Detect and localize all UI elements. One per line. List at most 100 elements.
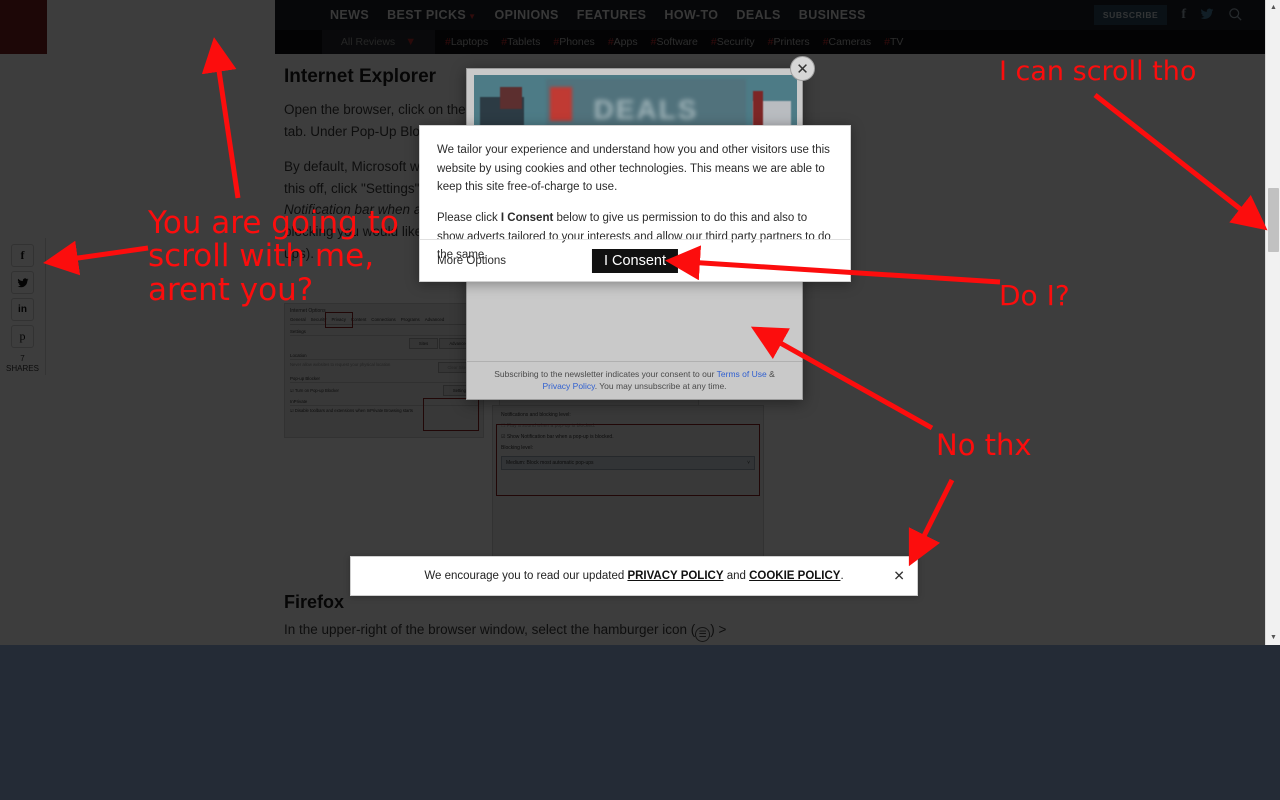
pinterest-share-button[interactable]: p <box>11 325 34 348</box>
tag-label: Security <box>716 36 755 48</box>
newsletter-close-button[interactable]: ✕ <box>790 56 815 81</box>
firefox-text-post: ) > <box>710 622 727 637</box>
figure-checkbox-popup: ☑ Turn on Pop-up Blocker <box>290 388 339 393</box>
cookie-text-mid: and <box>723 570 750 582</box>
social-share-rail: f in p 7 SHARES <box>0 238 46 375</box>
figure-tab-advanced: Advanced <box>424 317 445 322</box>
browser-viewport: f in p 7 SHARES NEWS BEST PICKS ▼ OPINIO… <box>0 0 1280 645</box>
nav-item-best-picks[interactable]: BEST PICKS ▼ <box>387 8 476 22</box>
all-reviews-dropdown[interactable]: All Reviews ▼ <box>322 30 435 54</box>
highlight-box-notifications <box>496 424 760 496</box>
all-reviews-label: All Reviews <box>340 36 396 48</box>
nav-item-features[interactable]: FEATURES <box>577 8 647 22</box>
pinterest-icon: p <box>19 329 26 343</box>
tag-label: Software <box>656 36 698 48</box>
firefox-section: Firefox In the upper-right of the browse… <box>284 592 804 642</box>
share-count: 7 SHARES <box>6 354 39 374</box>
subnav-tag-tv[interactable]: #TV <box>884 36 903 48</box>
page-scrollbar[interactable]: ▲ ▼ <box>1265 0 1280 645</box>
header-actions: SUBSCRIBE f <box>1093 0 1243 30</box>
more-options-link[interactable]: More Options <box>437 255 506 267</box>
tag-label: Phones <box>559 36 595 48</box>
figure-checkbox-location: Never allow websites to request your phy… <box>290 362 391 367</box>
close-icon: ✕ <box>796 60 809 78</box>
twitter-share-button[interactable] <box>11 271 34 294</box>
highlight-box-settings-button <box>423 398 479 431</box>
share-count-label: SHARES <box>6 364 39 373</box>
website-page: f in p 7 SHARES NEWS BEST PICKS ▼ OPINIO… <box>0 0 1265 645</box>
site-subnav: All Reviews ▼ #Laptops #Tablets #Phones … <box>275 30 1265 54</box>
subnav-tag-software[interactable]: #Software <box>651 36 698 48</box>
tag-label: Cameras <box>828 36 872 48</box>
subscribe-button[interactable]: SUBSCRIBE <box>1093 5 1168 25</box>
figure-tabs: General Security Privacy Content Connect… <box>290 317 478 325</box>
screenshot-root: f in p 7 SHARES NEWS BEST PICKS ▼ OPINIO… <box>0 0 1280 800</box>
tag-label: TV <box>889 36 904 48</box>
subnav-tag-phones[interactable]: #Phones <box>553 36 594 48</box>
i-consent-button[interactable]: I Consent <box>591 248 679 273</box>
nav-item-opinions[interactable]: OPINIONS <box>494 8 558 22</box>
figure-title: Internet Options <box>290 308 326 314</box>
subnav-tag-cameras[interactable]: #Cameras <box>823 36 871 48</box>
twitter-icon <box>17 277 28 287</box>
figure-tab-programs: Programs <box>400 317 420 322</box>
highlight-box-privacy-tab <box>325 312 353 328</box>
figure-notif-section-label: Notifications and blocking level: <box>501 412 571 418</box>
subnav-tag-tablets[interactable]: #Tablets <box>501 36 540 48</box>
facebook-share-button[interactable]: f <box>11 244 34 267</box>
newsletter-footer-pre: Subscribing to the newsletter indicates … <box>494 368 717 379</box>
figure-section-settings: Settings <box>290 329 478 336</box>
nav-item-how-to[interactable]: HOW-TO <box>664 8 718 22</box>
cookie-policy-link-bar[interactable]: COOKIE POLICY <box>749 570 840 582</box>
privacy-policy-link-bar[interactable]: PRIVACY POLICY <box>627 570 723 582</box>
scroll-down-arrow[interactable]: ▼ <box>1266 630 1280 645</box>
figure-tab-content: Content <box>350 317 367 322</box>
hamburger-icon: ☰ <box>695 627 711 642</box>
chevron-down-icon: ▼ <box>468 12 477 21</box>
facebook-icon: f <box>20 248 25 262</box>
site-header: NEWS BEST PICKS ▼ OPINIONS FEATURES HOW-T… <box>275 0 1265 30</box>
figure-section-location: Location <box>290 353 478 360</box>
privacy-policy-link[interactable]: Privacy Policy <box>542 381 594 391</box>
cookie-policy-bar: We encourage you to read our updated PRI… <box>350 556 918 596</box>
nav-label: BEST PICKS <box>387 8 467 22</box>
figure-tab-connections: Connections <box>371 317 396 322</box>
cookie-policy-text: We encourage you to read our updated PRI… <box>424 570 843 582</box>
tag-label: Tablets <box>507 36 541 48</box>
linkedin-icon: in <box>18 304 27 315</box>
subnav-tag-apps[interactable]: #Apps <box>608 36 638 48</box>
newsletter-footer-post: . You may unsubscribe at any time. <box>594 381 727 392</box>
firefox-paragraph: In the upper-right of the browser window… <box>284 622 804 642</box>
nav-label: HOW-TO <box>664 8 719 22</box>
cookie-text-post: . <box>840 570 844 582</box>
tag-label: Printers <box>773 36 810 48</box>
newsletter-footer: Subscribing to the newsletter indicates … <box>467 360 802 394</box>
facebook-icon[interactable]: f <box>1181 8 1186 22</box>
scrollbar-thumb[interactable] <box>1268 188 1279 252</box>
caption-band: Why should I click bunch of times at alm… <box>0 645 1280 800</box>
cookie-bar-close-button[interactable]: ✕ <box>893 568 905 585</box>
subnav-tag-security[interactable]: #Security <box>711 36 755 48</box>
linkedin-share-button[interactable]: in <box>11 298 34 321</box>
cookie-consent-modal: We tailor your experience and understand… <box>419 125 851 282</box>
twitter-icon[interactable] <box>1200 7 1214 23</box>
nav-label: DEALS <box>736 8 781 22</box>
site-logo[interactable] <box>0 0 47 54</box>
banner-product-left-2 <box>500 87 522 109</box>
banner-red-logo <box>550 87 572 121</box>
banner-deals-word: DEALS <box>593 94 699 125</box>
consent-p2-bold: I Consent <box>500 211 554 224</box>
nav-item-deals[interactable]: DEALS <box>736 8 780 22</box>
scroll-up-arrow[interactable]: ▲ <box>1266 0 1280 15</box>
terms-of-use-link[interactable]: Terms of Use <box>717 369 767 379</box>
cookie-text-pre: We encourage you to read our updated <box>424 570 628 582</box>
nav-item-news[interactable]: NEWS <box>330 8 369 22</box>
subnav-tag-laptops[interactable]: #Laptops <box>445 36 488 48</box>
search-icon[interactable] <box>1228 7 1243 24</box>
nav-label: OPINIONS <box>494 8 559 22</box>
subnav-tag-printers[interactable]: #Printers <box>768 36 810 48</box>
nav-item-business[interactable]: BUSINESS <box>799 8 866 22</box>
nav-label: BUSINESS <box>798 8 866 22</box>
consent-paragraph-1: We tailor your experience and understand… <box>437 144 830 194</box>
newsletter-footer-amp: & <box>766 368 775 379</box>
